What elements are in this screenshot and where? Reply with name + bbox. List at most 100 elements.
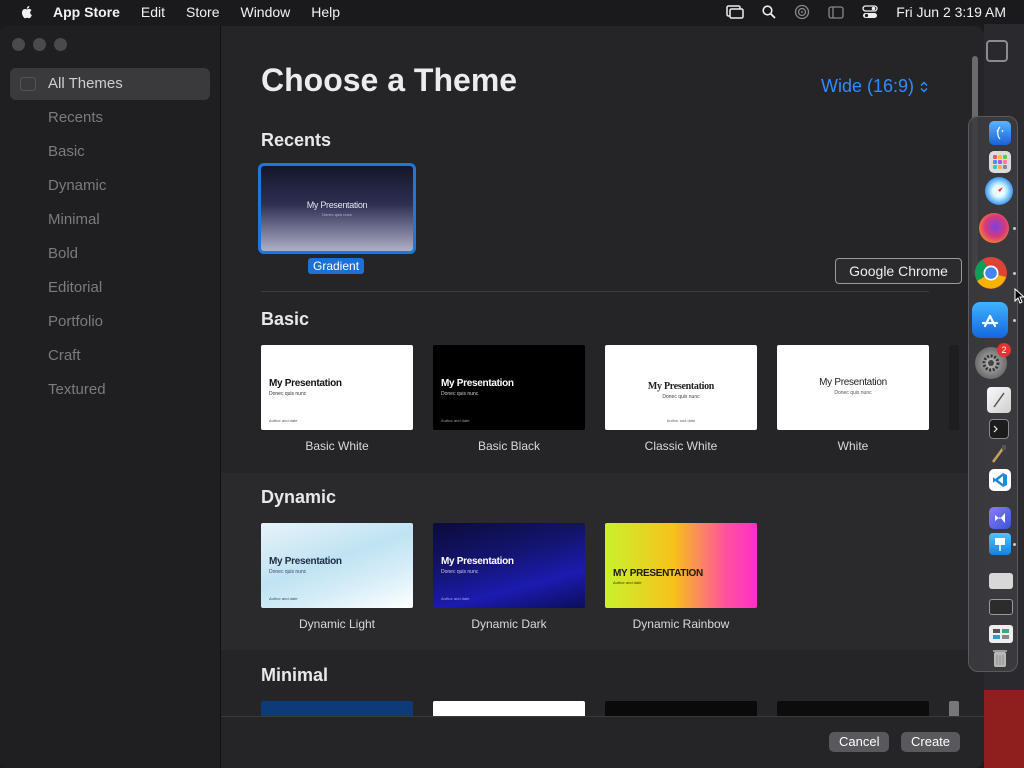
thumb-subtitle: Donec quis nunc <box>662 394 700 400</box>
running-indicator <box>1013 272 1016 275</box>
sidebar-item-textured[interactable]: Textured <box>10 374 210 406</box>
theme-thumb-white[interactable]: My Presentation Donec quis nunc <box>777 345 929 430</box>
sidebar-item-basic[interactable]: Basic <box>10 136 210 168</box>
menu-edit[interactable]: Edit <box>141 4 165 20</box>
theme-thumb-dynamic-rainbow[interactable]: MY PRESENTATION Author and date <box>605 523 757 608</box>
theme-thumb-basic-white[interactable]: My Presentation Donec quis nunc Author a… <box>261 345 413 430</box>
firefox-icon[interactable] <box>979 213 1009 243</box>
aspect-ratio-label: Wide (16:9) <box>821 76 915 96</box>
desktop-wallpaper <box>984 690 1024 768</box>
menu-store[interactable]: Store <box>186 4 219 20</box>
zoom-window-button[interactable] <box>54 38 67 51</box>
airdrop-icon[interactable] <box>794 4 810 20</box>
search-icon[interactable] <box>762 5 776 19</box>
sidebar-item-editorial[interactable]: Editorial <box>10 272 210 304</box>
script-editor-icon[interactable] <box>989 443 1009 465</box>
theme-label-basic-white: Basic White <box>305 439 369 453</box>
screen-mirroring-icon[interactable] <box>726 5 745 19</box>
theme-thumb-dynamic-light[interactable]: My Presentation Donec quis nunc Author a… <box>261 523 413 608</box>
sidebar-item-label: Basic <box>48 143 85 160</box>
cancel-button[interactable]: Cancel <box>829 732 890 752</box>
chrome-icon[interactable] <box>973 255 1009 291</box>
menu-app-store[interactable]: App Store <box>53 4 120 20</box>
aspect-ratio-popup[interactable]: Wide (16:9) <box>821 76 928 97</box>
sidebar-item-dynamic[interactable]: Dynamic <box>10 170 210 202</box>
downloads-stack-icon[interactable] <box>989 625 1013 643</box>
thumb-subtitle: Donec quis nunc <box>269 569 307 575</box>
safari-icon[interactable] <box>985 177 1013 205</box>
theme-label-white: White <box>837 439 869 453</box>
thumb-subtitle: Author and date <box>613 580 642 585</box>
theme-label-dynamic-rainbow: Dynamic Rainbow <box>632 617 730 631</box>
thumb-subtitle: Donec quis nunc <box>269 391 307 397</box>
notification-badge: 2 <box>997 343 1011 357</box>
trash-icon[interactable] <box>991 647 1009 669</box>
theme-label-classic-white: Classic White <box>644 439 718 453</box>
close-window-button[interactable] <box>12 38 25 51</box>
dock: 2 <box>968 116 1018 672</box>
thumb-subtitle: Donec quis nunc <box>441 391 479 397</box>
terminal-icon[interactable] <box>989 419 1009 439</box>
thumb-subtitle: Donec quis nunc <box>834 390 872 396</box>
menu-help[interactable]: Help <box>311 4 340 20</box>
textedit-icon[interactable] <box>987 387 1011 413</box>
theme-label-basic-black: Basic Black <box>477 439 541 453</box>
running-indicator <box>1013 543 1016 546</box>
theme-thumb-classic-white[interactable]: My Presentation Donec quis nunc Author a… <box>605 345 757 430</box>
keynote-icon[interactable] <box>989 533 1011 555</box>
up-down-chevron-icon <box>920 80 928 93</box>
vscode-icon[interactable] <box>989 469 1011 491</box>
visual-studio-icon[interactable] <box>989 507 1011 529</box>
mouse-cursor-icon <box>1014 288 1024 304</box>
thumb-title: My Presentation <box>269 556 342 567</box>
sidebar-toggle-icon[interactable] <box>828 5 844 19</box>
control-center-icon[interactable] <box>862 5 878 19</box>
sidebar-item-minimal[interactable]: Minimal <box>10 204 210 236</box>
sidebar-item-craft[interactable]: Craft <box>10 340 210 372</box>
theme-label-dynamic-light: Dynamic Light <box>298 617 376 631</box>
thumb-title: My Presentation <box>441 556 514 567</box>
theme-thumb-dynamic-dark[interactable]: My Presentation Donec quis nunc Author a… <box>433 523 585 608</box>
sidebar-item-bold[interactable]: Bold <box>10 238 210 270</box>
theme-thumb-basic-black[interactable]: My Presentation Donec quis nunc Author a… <box>433 345 585 430</box>
sidebar-item-portfolio[interactable]: Portfolio <box>10 306 210 338</box>
thumb-title: MY PRESENTATION <box>613 568 703 579</box>
minimize-window-button[interactable] <box>33 38 46 51</box>
screenshot-folder-icon[interactable] <box>989 599 1013 615</box>
thumb-subtitle: Donec quis nunc <box>441 569 479 575</box>
menu-extras: Fri Jun 2 3:19 AM <box>726 0 1024 24</box>
menu-bar: App Store Edit Store Window Help Fri Jun… <box>0 0 1024 24</box>
theme-label-gradient[interactable]: Gradient <box>308 258 365 274</box>
window-controls <box>12 38 67 51</box>
sidebar-item-all-themes[interactable]: All Themes <box>10 68 210 100</box>
thumb-title: My Presentation <box>647 381 715 392</box>
launchpad-icon[interactable] <box>989 151 1011 173</box>
finder-icon[interactable] <box>989 121 1011 145</box>
section-title-basic: Basic <box>261 309 310 329</box>
document-stack-icon[interactable] <box>989 573 1013 589</box>
theme-thumb-partial[interactable] <box>949 345 959 430</box>
section-title-recents: Recents <box>261 130 332 150</box>
thumb-footer: Author and date <box>269 596 298 601</box>
sidebar-item-label: Craft <box>48 347 81 364</box>
thumb-title: My Presentation <box>441 378 514 389</box>
menu-clock[interactable]: Fri Jun 2 3:19 AM <box>896 4 1006 20</box>
sidebar-item-label: Minimal <box>48 211 100 228</box>
theme-chooser-window: All Themes Recents Basic Dynamic Minimal… <box>0 26 984 768</box>
sidebar-item-label: All Themes <box>48 75 123 92</box>
sidebar-item-recents[interactable]: Recents <box>10 102 210 134</box>
section-title-dynamic: Dynamic <box>261 487 337 507</box>
desktop-window-icon <box>986 40 1008 62</box>
create-button[interactable]: Create <box>901 732 961 752</box>
apple-menu-icon[interactable] <box>19 4 35 20</box>
app-store-icon[interactable] <box>972 302 1008 338</box>
thumb-title: My Presentation <box>269 378 342 389</box>
thumb-footer: Author and date <box>666 418 696 423</box>
menu-window[interactable]: Window <box>240 4 290 20</box>
grid-icon <box>20 77 36 91</box>
sidebar-item-label: Editorial <box>48 279 103 296</box>
sidebar-item-label: Bold <box>48 245 79 262</box>
thumb-title: My Presentation <box>819 377 887 388</box>
running-indicator <box>1013 319 1016 322</box>
dialog-footer: Cancel Create <box>221 716 984 768</box>
